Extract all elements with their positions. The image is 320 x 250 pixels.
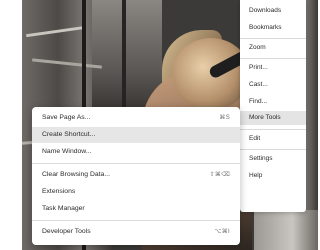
- menu-item-print[interactable]: Print...: [249, 61, 268, 75]
- menu-item-cast[interactable]: Cast...: [249, 78, 268, 92]
- menu-item-find[interactable]: Find...: [249, 95, 267, 109]
- menu-item-task-manager[interactable]: Task Manager: [32, 201, 240, 217]
- menu-item-label: Create Shortcut...: [42, 131, 96, 138]
- menu-separator: [240, 149, 306, 150]
- menu-item-help[interactable]: Help: [249, 169, 262, 183]
- menu-separator: [240, 38, 306, 39]
- menu-item-settings[interactable]: Settings: [249, 152, 273, 166]
- menu-item-clear-browsing-data[interactable]: Clear Browsing Data... ⇧⌘⌫: [32, 167, 240, 183]
- menu-item-label: Save Page As...: [42, 114, 91, 121]
- menu-item-label: Developer Tools: [42, 228, 91, 235]
- more-tools-submenu: Save Page As... ⌘S Create Shortcut... Na…: [32, 107, 240, 245]
- menu-item-label: Extensions: [42, 188, 76, 195]
- menu-item-label: Task Manager: [42, 205, 85, 212]
- menu-item-bookmarks[interactable]: Bookmarks: [249, 21, 282, 35]
- menu-item-shortcut: ⌥⌘I: [214, 229, 230, 235]
- background-photo-edge-light: [254, 210, 318, 250]
- menu-item-edit[interactable]: Edit: [249, 132, 260, 146]
- menu-separator: [32, 220, 240, 221]
- menu-item-downloads[interactable]: Downloads: [249, 4, 281, 18]
- menu-item-name-window[interactable]: Name Window...: [32, 144, 240, 160]
- menu-item-extensions[interactable]: Extensions: [32, 184, 240, 200]
- menu-item-more-tools[interactable]: More Tools: [240, 111, 306, 125]
- menu-item-create-shortcut[interactable]: Create Shortcut...: [32, 127, 240, 143]
- menu-item-shortcut: ⇧⌘⌫: [209, 172, 230, 178]
- menu-separator: [240, 58, 306, 59]
- browser-main-menu: Downloads Bookmarks Zoom Print... Cast..…: [240, 0, 306, 212]
- menu-item-label: Name Window...: [42, 148, 92, 155]
- menu-separator: [32, 163, 240, 164]
- menu-item-zoom[interactable]: Zoom: [249, 41, 266, 55]
- menu-item-label: Clear Browsing Data...: [42, 171, 110, 178]
- menu-item-shortcut: ⌘S: [219, 115, 230, 121]
- menu-separator: [240, 129, 306, 130]
- menu-item-save-page-as[interactable]: Save Page As... ⌘S: [32, 110, 240, 126]
- menu-item-developer-tools[interactable]: Developer Tools ⌥⌘I: [32, 224, 240, 240]
